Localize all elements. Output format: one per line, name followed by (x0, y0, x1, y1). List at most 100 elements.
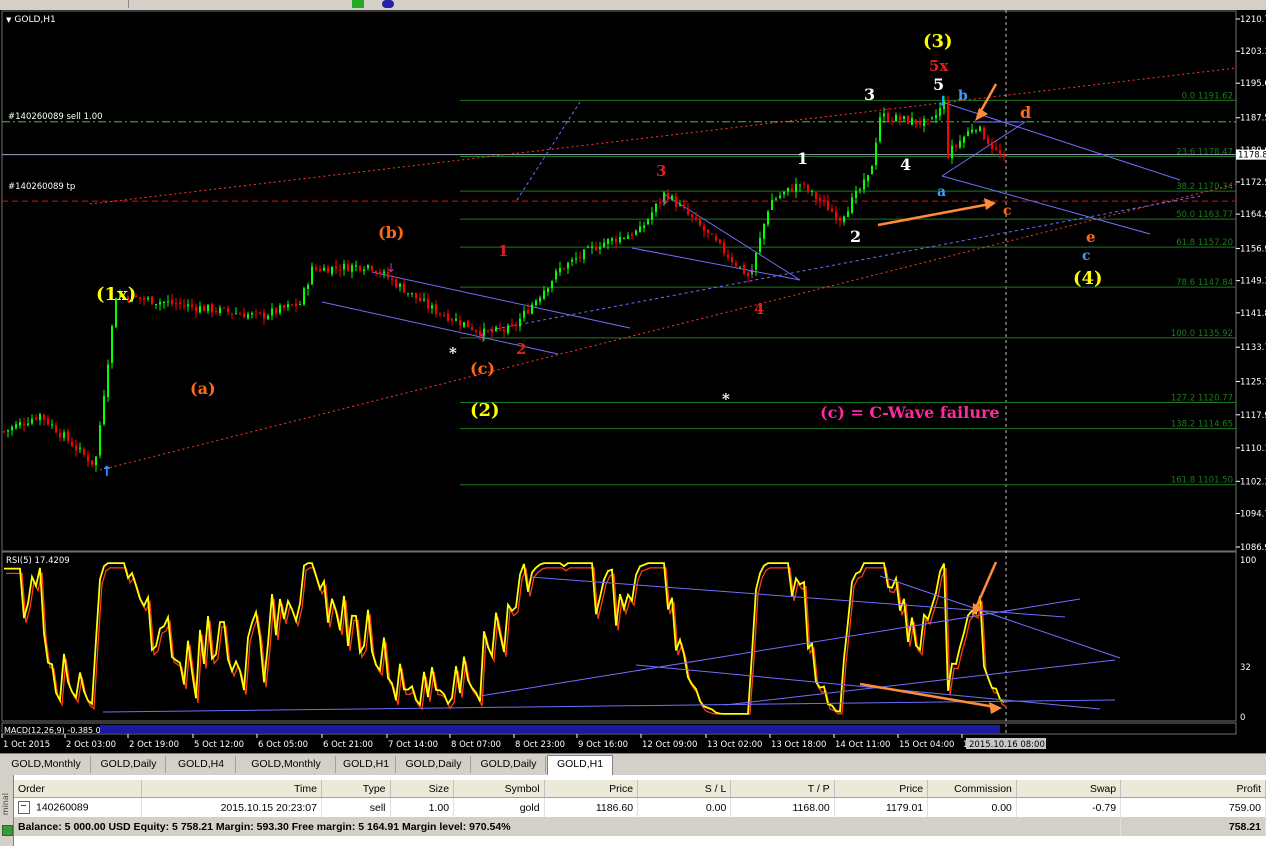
candle-body (199, 306, 201, 313)
fib-level-label: 100.0 1135.92 (1171, 329, 1233, 339)
take-profit-label: #140260089 tp (8, 182, 75, 192)
fib-level-label: 38.2 1170.34 (1176, 182, 1233, 192)
time-axis-label: 7 Oct 14:00 (388, 740, 438, 750)
candle-body (675, 196, 677, 207)
column-header[interactable]: Price (544, 780, 639, 798)
price-axis-label: 1094.75 (1240, 510, 1266, 520)
candle-body (535, 300, 537, 306)
time-axis-label: 12 Oct 09:00 (642, 740, 697, 750)
buy-arrow-icon: ↑ (101, 464, 113, 480)
new-order-icon[interactable] (352, 0, 364, 8)
candle-body (303, 288, 305, 305)
terminal-icon[interactable] (2, 825, 13, 836)
column-header[interactable]: Price (834, 780, 929, 798)
wave-label: (3) (923, 31, 953, 52)
price-axis-label: 1133.75 (1240, 343, 1266, 353)
toolbar-button[interactable] (290, 0, 302, 8)
candle-body (327, 267, 329, 273)
time-cursor-label: 2015.10.16 08:00 (969, 740, 1045, 750)
rsi-orange-arrow (859, 682, 996, 709)
candle-body (635, 230, 637, 235)
fib-level-label: 138.2 1114.65 (1171, 420, 1233, 430)
dropdown-arrow-icon[interactable]: ▼ (6, 16, 11, 24)
price-axis-label: 1125.70 (1240, 378, 1266, 388)
wave-label: 1 (498, 242, 508, 260)
candle-body (987, 138, 989, 144)
candle-body (243, 313, 245, 318)
column-header[interactable]: Type (321, 780, 391, 798)
candle-body (835, 211, 837, 220)
candle-body (551, 280, 553, 289)
candle-body (279, 305, 281, 313)
price-chart[interactable]: 1210.701203.151195.651187.551180.001172.… (0, 10, 1266, 753)
candle-body (503, 330, 505, 332)
candle-body (451, 319, 453, 321)
candle-body (355, 265, 357, 267)
candle-body (979, 126, 981, 131)
order-cell: -0.79 (1016, 797, 1122, 817)
tab-gold-daily[interactable]: GOLD,Daily (92, 756, 166, 773)
column-header[interactable]: Symbol (453, 780, 545, 798)
toolbar-button[interactable] (128, 0, 141, 8)
candle-body (463, 322, 465, 327)
column-header[interactable]: Order (14, 780, 143, 798)
balance-profit: 758.21 (1120, 817, 1266, 836)
candle-body (367, 264, 369, 269)
column-header[interactable]: Profit (1120, 780, 1266, 798)
candle-body (379, 271, 381, 274)
candle-body (927, 119, 929, 121)
candle-body (55, 425, 57, 433)
column-header[interactable]: T / P (730, 780, 835, 798)
candle-body (875, 142, 877, 166)
tab-gold-daily[interactable]: GOLD,Daily (472, 756, 546, 773)
tab-gold-daily[interactable]: GOLD,Daily (397, 756, 471, 773)
candle-body (547, 288, 549, 292)
sell-order-icon (18, 801, 30, 814)
trend-channel-line (89, 67, 1237, 205)
wave-label: (2) (470, 400, 500, 421)
price-axis-label: 1164.95 (1240, 210, 1266, 220)
column-header[interactable]: S / L (637, 780, 732, 798)
candle-body (791, 188, 793, 193)
chart-canvas[interactable]: 1210.701203.151195.651187.551180.001172.… (0, 10, 1266, 753)
terminal-sidebar[interactable]: minal (0, 775, 14, 846)
tab-gold-h1[interactable]: GOLD,H1 (337, 756, 396, 773)
candle-body (63, 432, 65, 438)
column-header[interactable]: Swap (1016, 780, 1122, 798)
rsi-axis-label: 100 (1240, 556, 1256, 566)
column-header[interactable]: Commission (927, 780, 1017, 798)
tab-gold-h4[interactable]: GOLD,H4 (167, 756, 236, 773)
candle-body (139, 297, 141, 299)
wave-label: 3 (656, 162, 666, 180)
time-axis-label: 8 Oct 07:00 (451, 740, 501, 750)
order-row[interactable]: 140260089 2015.10.15 20:23:07 sell 1.00 gold… (14, 797, 1266, 817)
candle-body (31, 418, 33, 424)
tab-gold-monthly[interactable]: GOLD,Monthly (237, 756, 336, 773)
candle-body (11, 426, 13, 431)
tab-gold-monthly[interactable]: GOLD,Monthly (2, 756, 91, 773)
terminal-panel: minal Order Time Type Size Symbol Price S / LT… (0, 775, 1266, 846)
tab-gold-h1[interactable]: GOLD,H1 (547, 755, 613, 775)
column-header[interactable]: Size (390, 780, 455, 798)
sell-arrow-icon: ↓ (937, 94, 949, 110)
candle-body (283, 305, 285, 309)
toolbar-dropdown[interactable] (750, 0, 762, 8)
toolbar-button[interactable] (246, 0, 258, 8)
candle-body (1003, 155, 1005, 158)
candle-body (191, 304, 193, 307)
navigator-icon[interactable] (382, 0, 394, 8)
candle-body (867, 175, 869, 182)
candle-body (539, 297, 541, 302)
wave-label: (4) (1073, 268, 1103, 289)
candle-body (731, 257, 733, 262)
candle-body (443, 315, 445, 317)
column-header[interactable]: Time (141, 780, 322, 798)
wave-label: c (1082, 248, 1091, 264)
candle-body (87, 455, 89, 462)
time-axis-label: 5 Oct 12:00 (194, 740, 244, 750)
candle-body (475, 329, 477, 332)
candle-body (955, 145, 957, 147)
terminal-side-label: minal (1, 793, 10, 816)
candle-body (363, 269, 365, 272)
candle-body (399, 283, 401, 287)
